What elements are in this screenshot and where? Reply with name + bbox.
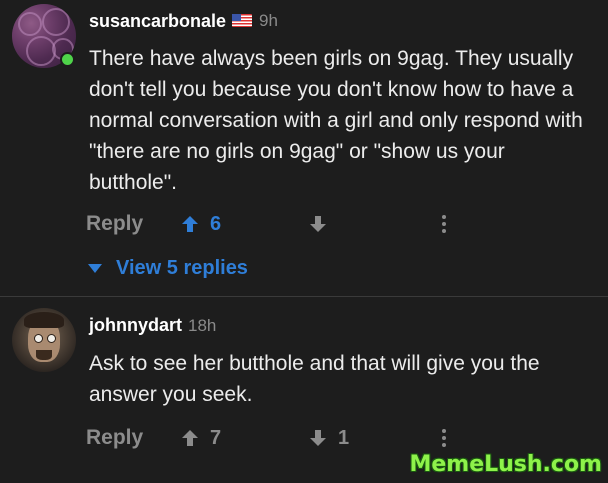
more-options-button[interactable]	[440, 423, 448, 453]
watermark: MemeLush.com	[409, 452, 602, 477]
username[interactable]: susancarbonale	[89, 11, 226, 32]
arrow-down-icon	[310, 216, 326, 232]
view-replies-button[interactable]: View 5 replies	[88, 254, 248, 282]
caret-down-icon	[88, 263, 102, 273]
rose-pattern	[18, 12, 42, 36]
upvote-count: 6	[210, 213, 222, 235]
comment-actions: Reply 6	[0, 209, 608, 239]
arrow-up-icon	[182, 430, 198, 446]
timestamp: 9h	[259, 11, 278, 30]
eye-shape	[47, 334, 56, 343]
more-vertical-icon	[442, 215, 446, 233]
view-replies-label: View 5 replies	[116, 256, 248, 279]
hair-shape	[24, 312, 64, 328]
timestamp: 18h	[188, 316, 217, 335]
us-flag-icon	[232, 14, 252, 27]
beard-shape	[36, 350, 52, 360]
downvote-button[interactable]	[308, 209, 328, 239]
rose-pattern	[42, 8, 70, 36]
reply-button[interactable]: Reply	[86, 423, 143, 453]
more-vertical-icon	[442, 429, 446, 447]
downvote-button[interactable]: 1	[308, 423, 349, 453]
divider	[0, 296, 608, 297]
eye-shape	[34, 334, 43, 343]
comment-text: Ask to see her butthole and that will gi…	[89, 352, 540, 406]
avatar[interactable]	[12, 308, 76, 372]
username[interactable]: johnnydart	[89, 315, 182, 336]
arrow-up-icon	[182, 216, 198, 232]
upvote-button[interactable]: 6	[180, 209, 221, 239]
upvote-count: 7	[210, 427, 222, 449]
more-options-button[interactable]	[440, 209, 448, 239]
downvote-count: 1	[338, 427, 350, 449]
comment-text: There have always been girls on 9gag. Th…	[89, 47, 583, 194]
arrow-down-icon	[310, 430, 326, 446]
comment-actions: Reply 7 1	[0, 423, 608, 453]
upvote-button[interactable]: 7	[180, 423, 221, 453]
reply-button[interactable]: Reply	[86, 209, 143, 239]
online-status-dot	[60, 52, 75, 67]
